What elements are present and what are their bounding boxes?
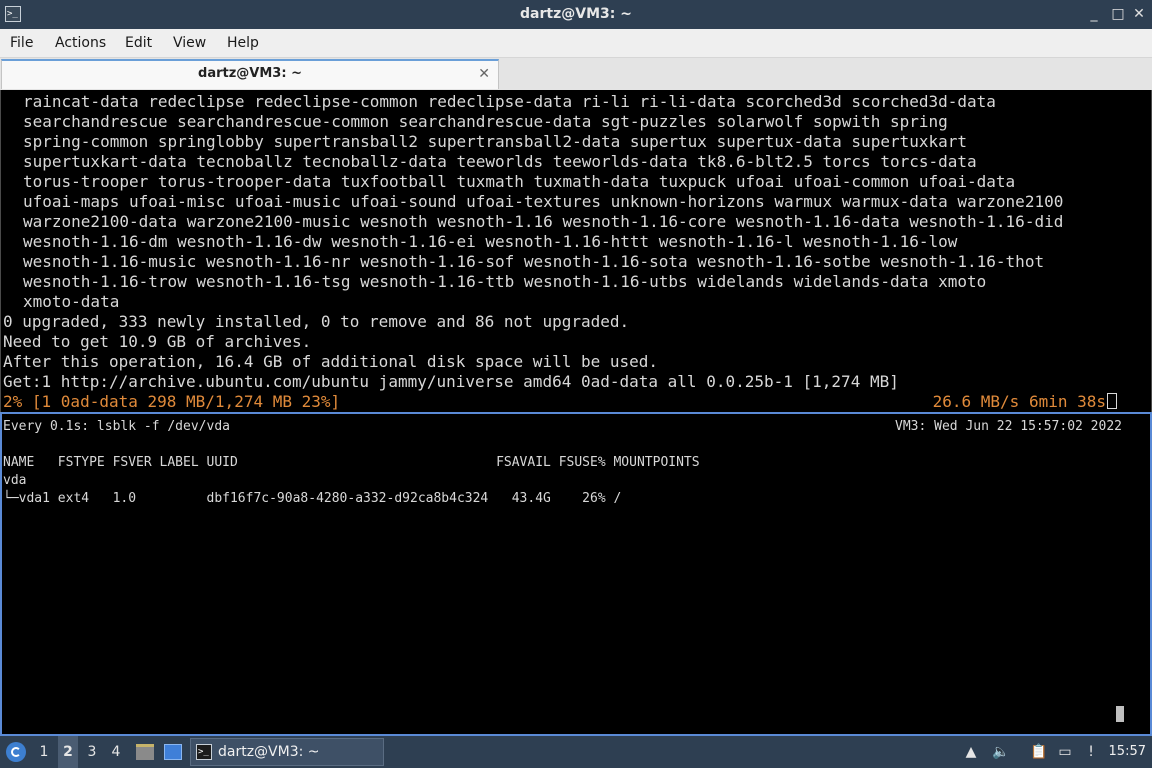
package-line: supertuxkart-data tecnoballz tecnoballz-… [23,152,977,171]
workspace-3[interactable]: 3 [82,736,102,768]
maximize-button[interactable]: □ [1108,4,1128,24]
window-titlebar: >_ dartz@VM3: ~ _ □ ✕ [0,0,1152,29]
menu-help[interactable]: Help [227,29,259,57]
terminal-cursor [1107,393,1117,409]
lsblk-row: vda [3,473,27,488]
package-line: torus-trooper torus-trooper-data tuxfoot… [23,172,1016,191]
watch-host-time: VM3: Wed Jun 22 15:57:02 2022 [895,419,1122,434]
tab-label: dartz@VM3: ~ [198,66,302,81]
terminal-pane-top[interactable]: raincat-data redeclipse redeclipse-commo… [0,90,1152,412]
package-line: wesnoth-1.16-trow wesnoth-1.16-tsg wesno… [23,272,987,291]
drive-icon[interactable]: ▲ [963,744,979,760]
menu-view[interactable]: View [173,29,206,57]
workspace-2[interactable]: 2 [58,736,78,768]
notification-icon[interactable]: ! [1083,744,1099,760]
summary-line: Need to get 10.9 GB of archives. [3,332,312,351]
task-label: dartz@VM3: ~ [218,744,320,760]
apt-progress-rate: 26.6 MB/s 6min 38s [932,392,1106,411]
menu-file[interactable]: File [10,29,33,57]
workspace-4[interactable]: 4 [106,736,126,768]
package-line: wesnoth-1.16-music wesnoth-1.16-nr wesno… [23,252,1045,271]
terminal-pane-bottom[interactable]: Every 0.1s: lsblk -f /dev/vda VM3: Wed J… [0,412,1152,736]
menu-bar: File Actions Edit View Help [0,29,1152,58]
show-desktop-icon[interactable] [164,744,182,760]
apt-progress-left: 2% [1 0ad-data 298 MB/1,274 MB 23%] [3,392,341,411]
package-line: wesnoth-1.16-dm wesnoth-1.16-dw wesnoth-… [23,232,958,251]
terminal-tab[interactable]: dartz@VM3: ~ ✕ [1,59,499,89]
menu-edit[interactable]: Edit [125,29,152,57]
network-icon[interactable]: ▭ [1057,744,1073,760]
tab-bar: dartz@VM3: ~ ✕ [0,58,1152,90]
package-line: raincat-data redeclipse redeclipse-commo… [23,92,996,111]
package-line: xmoto-data [23,292,120,311]
terminal-icon: >_ [196,744,212,760]
close-button[interactable]: ✕ [1129,4,1149,24]
tab-close-icon[interactable]: ✕ [478,64,490,84]
terminal-cursor [1116,706,1124,722]
summary-line: 0 upgraded, 333 newly installed, 0 to re… [3,312,630,331]
apt-progress-right: 26.6 MB/s 6min 38s [933,392,1117,412]
menu-actions[interactable]: Actions [55,29,106,57]
start-menu-icon[interactable] [6,742,26,762]
workspace-1[interactable]: 1 [34,736,54,768]
clock[interactable]: 15:57 [1109,736,1146,768]
file-manager-icon[interactable] [136,744,154,760]
summary-line: Get:1 http://archive.ubuntu.com/ubuntu j… [3,372,899,391]
taskbar: 1 2 3 4 >_ dartz@VM3: ~ ▲ 🔈 📋 ▭ ! 15:57 [0,736,1152,768]
package-line: spring-common springlobby supertransball… [23,132,968,151]
summary-line: After this operation, 16.4 GB of additio… [3,352,659,371]
taskbar-terminal-task[interactable]: >_ dartz@VM3: ~ [190,738,384,766]
watch-header: Every 0.1s: lsblk -f /dev/vda [3,419,230,434]
minimize-button[interactable]: _ [1084,4,1104,24]
clipboard-icon[interactable]: 📋 [1030,744,1047,760]
lsblk-row: └─vda1 ext4 1.0 dbf16f7c-90a8-4280-a332-… [3,491,622,506]
package-line: warzone2100-data warzone2100-music wesno… [23,212,1064,231]
window-title: dartz@VM3: ~ [520,6,632,22]
lsblk-table-header: NAME FSTYPE FSVER LABEL UUID FSAVAIL FSU… [3,455,700,470]
volume-icon[interactable]: 🔈 [992,744,1009,760]
package-line: ufoai-maps ufoai-misc ufoai-music ufoai-… [23,192,1064,211]
package-line: searchandrescue searchandrescue-common s… [23,112,948,131]
